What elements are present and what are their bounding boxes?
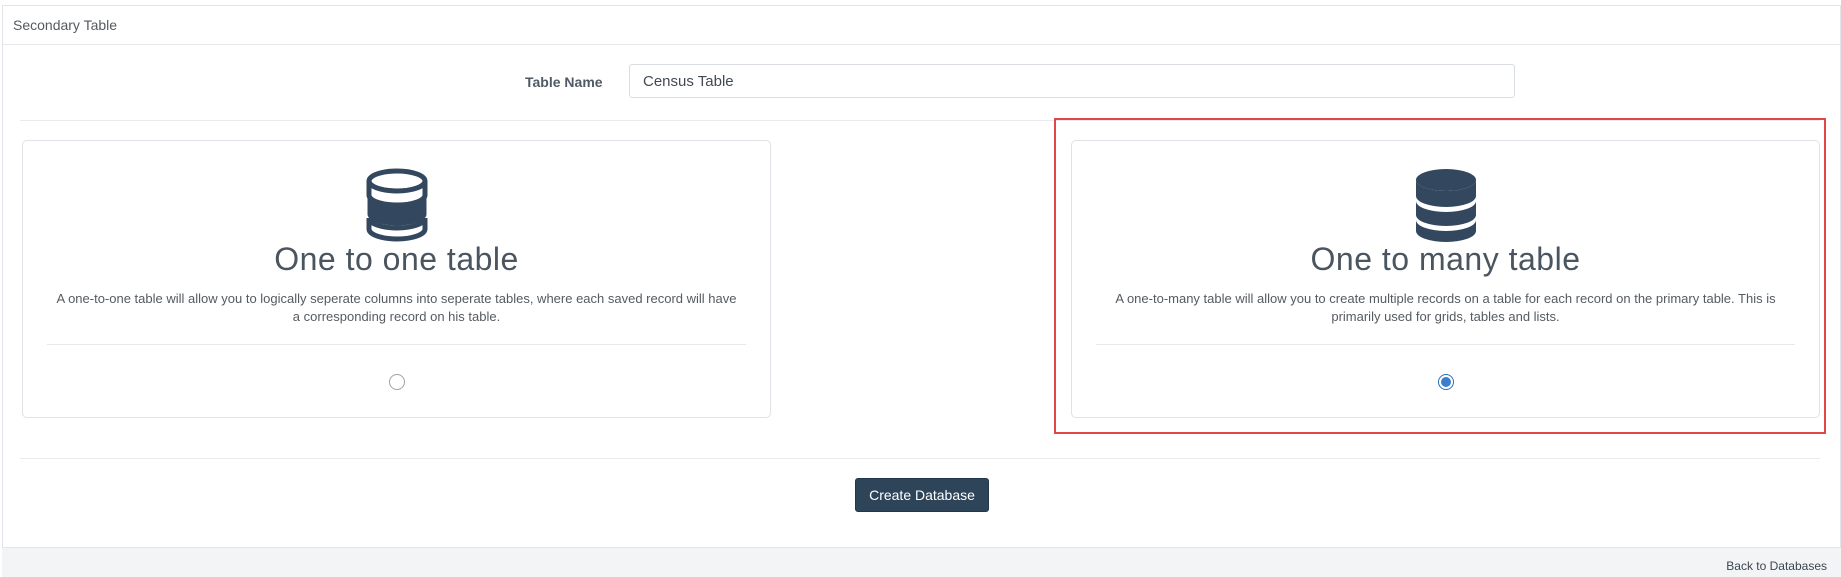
option-title: One to one table <box>274 241 519 277</box>
card-divider <box>47 344 746 345</box>
one-to-one-radio[interactable] <box>388 374 405 390</box>
database-icon <box>1415 169 1476 242</box>
table-name-row: Table Name <box>20 58 1820 120</box>
card-divider <box>1096 344 1795 345</box>
option-description: A one-to-one table will allow you to log… <box>56 291 737 324</box>
table-name-label: Table Name <box>525 74 603 90</box>
one-to-many-option-card[interactable]: One to many table A one-to-many table wi… <box>1071 140 1820 418</box>
panel-footer: Back to Databases <box>2 547 1841 577</box>
panel-title: Secondary Table <box>3 6 1840 45</box>
table-name-input[interactable] <box>629 64 1515 98</box>
create-database-button[interactable]: Create Database <box>855 478 989 512</box>
divider-bottom <box>20 458 1820 459</box>
database-icon <box>366 168 427 242</box>
one-to-many-radio[interactable] <box>1437 374 1454 390</box>
back-to-databases-link[interactable]: Back to Databases <box>1726 559 1827 573</box>
option-title: One to many table <box>1310 241 1581 277</box>
divider-top <box>20 120 1820 121</box>
option-description: A one-to-many table will allow you to cr… <box>1115 291 1776 324</box>
one-to-one-option-card[interactable]: One to one table A one-to-one table will… <box>22 140 771 418</box>
